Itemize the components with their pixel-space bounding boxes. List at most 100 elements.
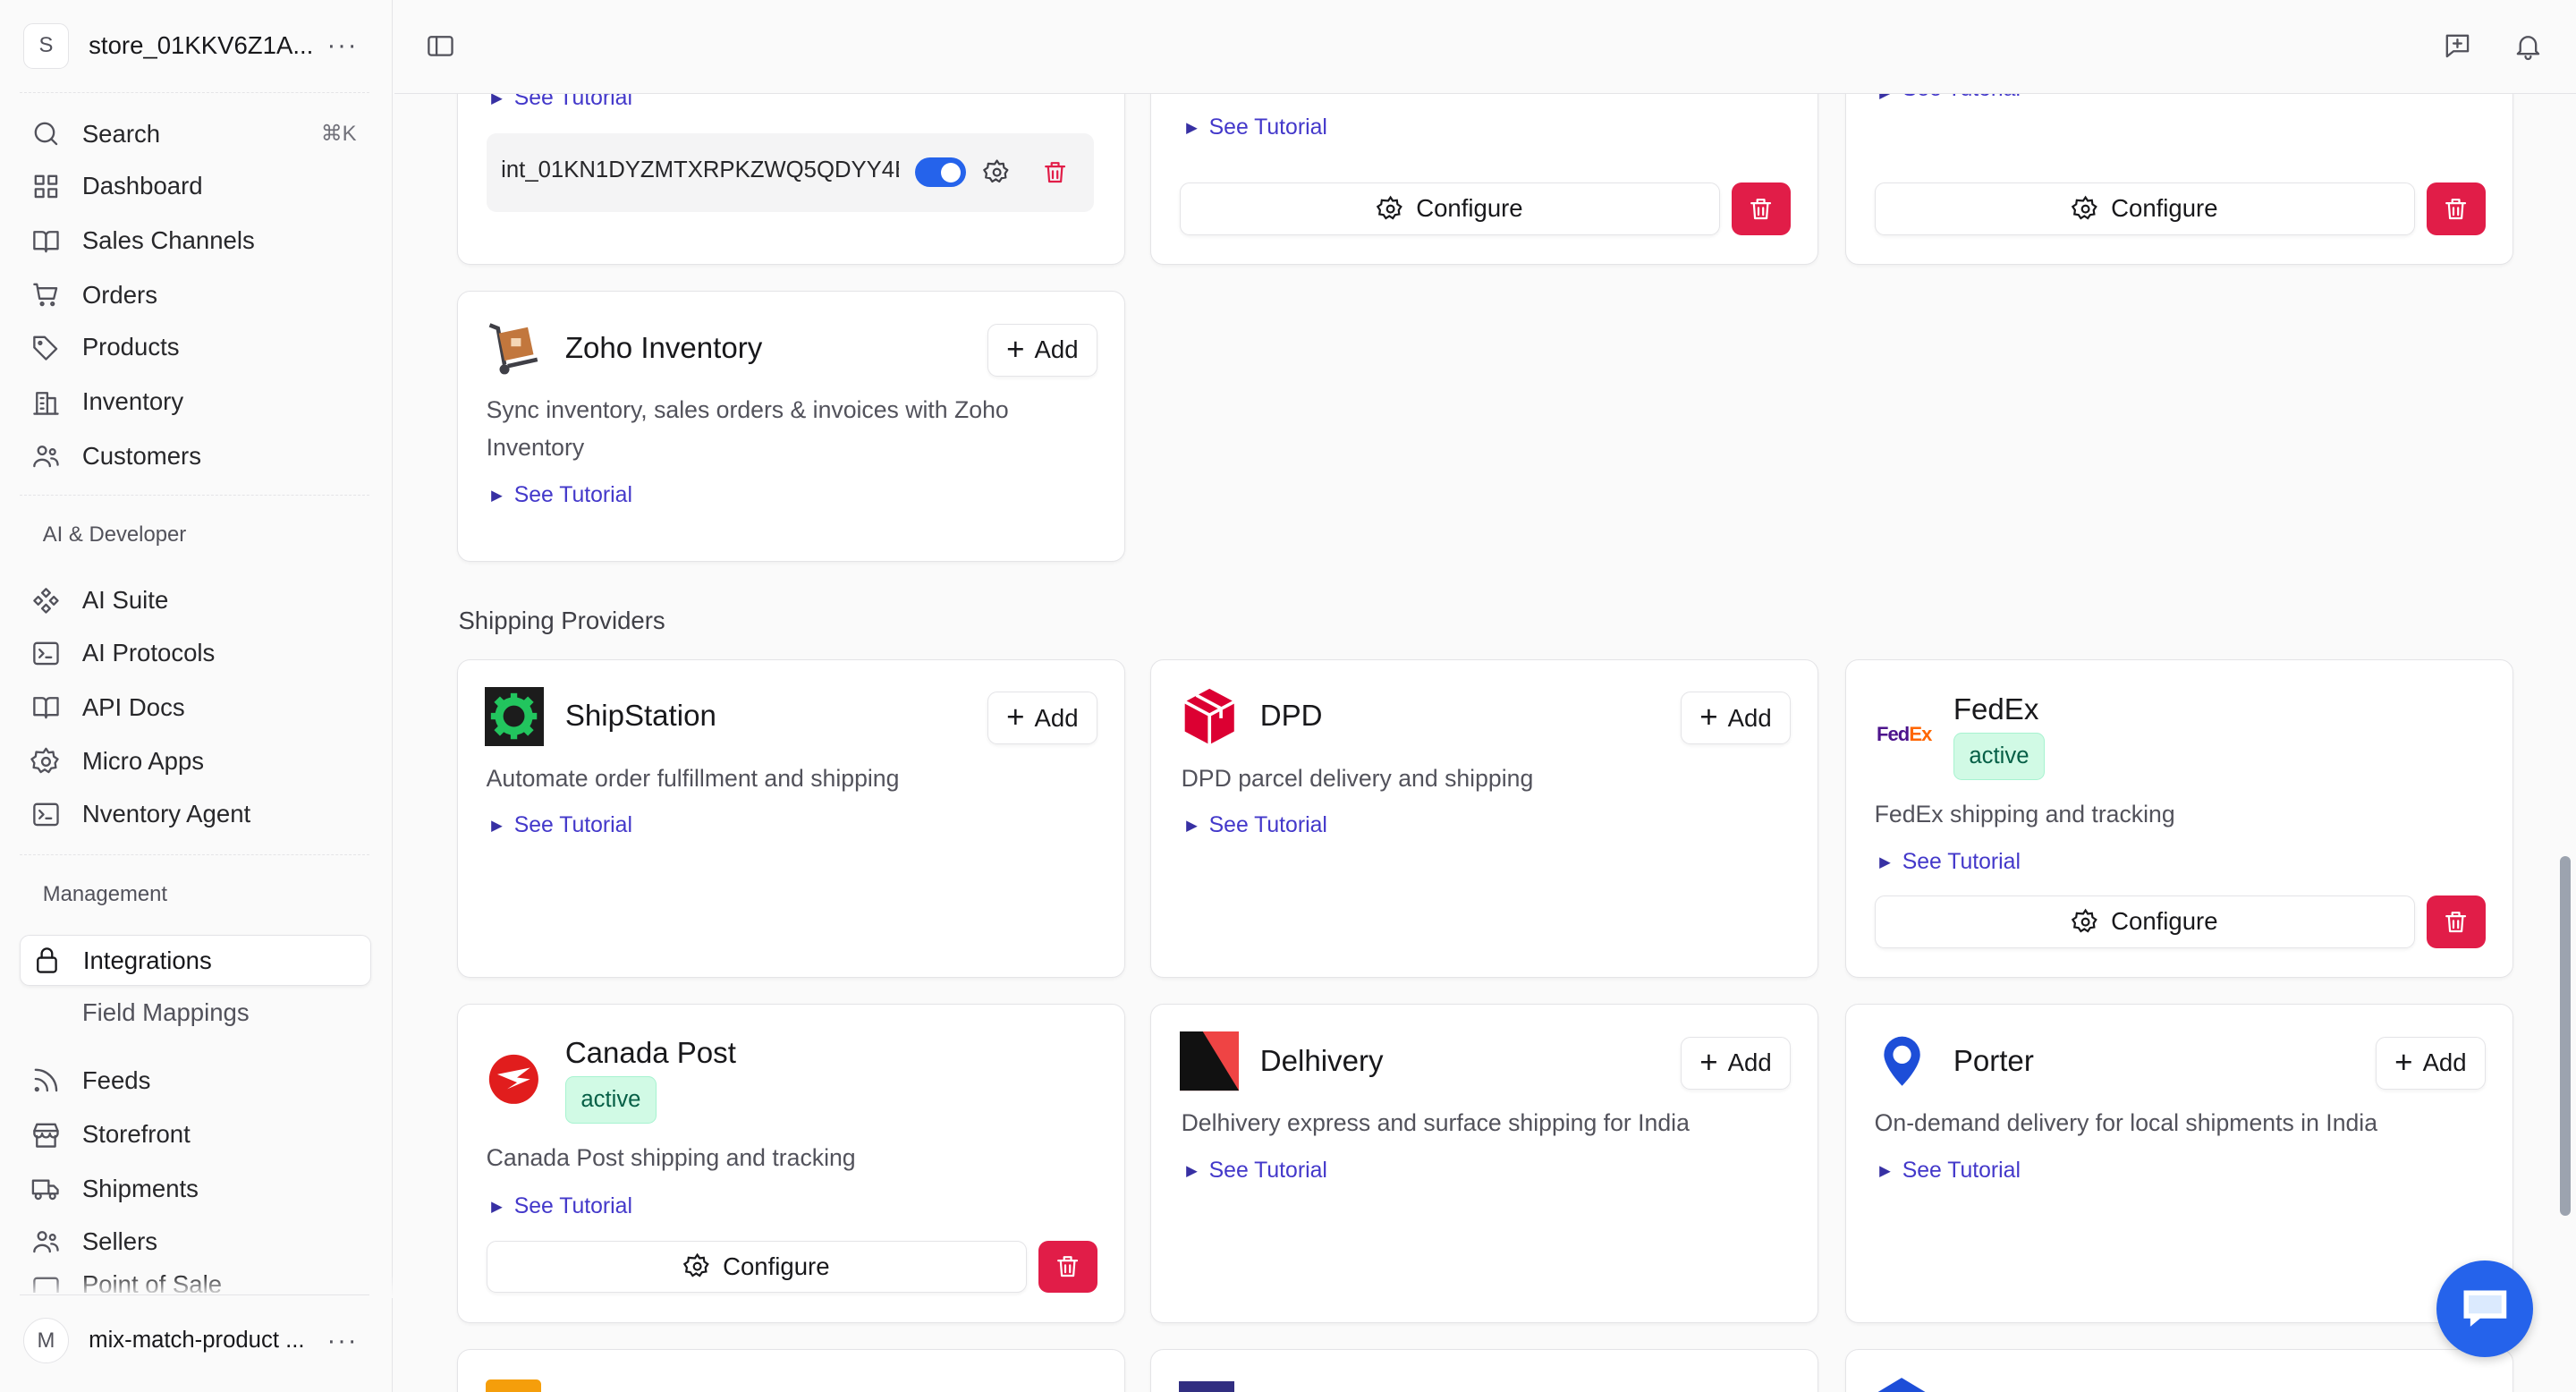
connection-toggle[interactable] xyxy=(915,157,966,188)
card-title: ShipStation xyxy=(564,700,716,734)
see-tutorial-link[interactable]: ▶See Tutorial xyxy=(1879,1159,2021,1184)
delete-button[interactable] xyxy=(1731,182,1791,235)
more-icon[interactable]: ··· xyxy=(327,30,359,61)
card-logo xyxy=(1875,1378,1928,1392)
divider xyxy=(20,854,370,855)
card-description: On-demand delivery for local shipments i… xyxy=(1874,1109,2378,1137)
nav-feeds[interactable]: Feeds xyxy=(20,1055,371,1106)
user-switcher[interactable]: M mix-match-product ... ··· xyxy=(22,1316,371,1365)
card-description: FedEx shipping and tracking xyxy=(1874,800,2175,828)
configure-button[interactable]: Configure xyxy=(1179,182,1721,235)
see-tutorial-link[interactable]: ▶See Tutorial xyxy=(491,483,632,508)
nav-orders[interactable]: Orders xyxy=(20,269,371,320)
see-tutorial-link[interactable]: ▶See Tutorial xyxy=(1186,813,1327,838)
nav-dashboard[interactable]: Dashboard xyxy=(20,161,371,212)
canada-post-logo xyxy=(485,1050,544,1109)
add-button[interactable]: + Add xyxy=(987,323,1097,377)
nav-search-label: Search xyxy=(81,119,161,148)
add-button[interactable]: + Add xyxy=(1680,692,1791,745)
store-switcher[interactable]: S store_01KKV6Z1A... ··· xyxy=(22,21,371,71)
card-logo xyxy=(485,1379,542,1392)
nav-ai-suite[interactable]: AI Suite xyxy=(20,575,371,626)
card-description: DPD parcel delivery and shipping xyxy=(1181,764,1534,792)
dashboard-icon xyxy=(28,168,64,204)
card-description: Sync inventory, sales orders & invoices … xyxy=(486,396,1009,462)
see-tutorial-link[interactable]: ▶See Tutorial xyxy=(491,94,632,111)
porter-location-icon xyxy=(1873,1031,1932,1091)
store-avatar: S xyxy=(22,22,70,70)
scrollbar-thumb[interactable] xyxy=(2559,855,2572,1217)
nav-sales-channels[interactable]: Sales Channels xyxy=(20,216,371,267)
dpd-logo xyxy=(1180,687,1239,746)
nav-inventory[interactable]: Inventory xyxy=(20,377,371,428)
configure-button[interactable]: Configure xyxy=(486,1240,1027,1294)
nav-field-mappings[interactable]: Field Mappings xyxy=(20,988,371,1039)
card-title: Porter xyxy=(1953,1045,2034,1079)
nav-dashboard-label: Dashboard xyxy=(81,172,203,200)
nav-integrations-label: Integrations xyxy=(82,946,212,974)
sidebar-toggle-icon[interactable] xyxy=(422,28,458,64)
integration-card xyxy=(1844,1348,2514,1392)
configure-button[interactable]: Configure xyxy=(1874,895,2415,948)
tag-icon xyxy=(28,329,64,365)
store-name: store_01KKV6Z1A... xyxy=(89,31,314,60)
card-title: Zoho Inventory xyxy=(564,332,763,365)
nav-ai-protocols[interactable]: AI Protocols xyxy=(20,628,371,679)
nav-storefront[interactable]: Storefront xyxy=(20,1109,371,1160)
users-icon xyxy=(28,1223,64,1259)
nav-nventory-agent[interactable]: Nventory Agent xyxy=(20,789,371,840)
nav-integrations[interactable]: Integrations xyxy=(20,935,372,987)
see-tutorial-link[interactable]: ▶See Tutorial xyxy=(1186,1159,1327,1184)
nav-nventory-agent-label: Nventory Agent xyxy=(81,800,251,828)
nav-orders-label: Orders xyxy=(81,280,157,309)
nav-ai-suite-label: AI Suite xyxy=(81,586,169,615)
nav-products-label: Products xyxy=(81,333,180,361)
rss-icon xyxy=(28,1062,64,1098)
nav-micro-apps[interactable]: Micro Apps xyxy=(20,736,371,787)
delhivery-logo xyxy=(1179,1031,1239,1091)
feedback-icon[interactable] xyxy=(2439,28,2475,64)
see-tutorial-link[interactable]: ▶See Tutorial xyxy=(491,813,632,838)
nav-search[interactable]: Search ⌘K xyxy=(20,108,371,159)
top-bar xyxy=(394,0,2576,94)
nav-sellers[interactable]: Sellers xyxy=(20,1216,371,1267)
lock-icon xyxy=(29,942,64,978)
zoho-inventory-logo xyxy=(485,318,544,378)
more-icon[interactable]: ··· xyxy=(327,1326,359,1356)
see-tutorial-link[interactable]: ▶See Tutorial xyxy=(491,1194,632,1219)
gear-icon[interactable] xyxy=(981,156,1014,189)
nav-customers[interactable]: Customers xyxy=(20,430,371,481)
configure-button[interactable]: Configure xyxy=(1874,182,2415,235)
fedex-logo: Fed Ex xyxy=(1876,722,1932,745)
see-tutorial-link[interactable]: ▶See Tutorial xyxy=(1879,94,2021,102)
divider xyxy=(20,494,370,496)
add-button[interactable]: + Add xyxy=(1680,1036,1791,1090)
nav-shipments[interactable]: Shipments xyxy=(20,1163,371,1214)
nav-shipments-label: Shipments xyxy=(81,1174,199,1202)
trash-icon[interactable] xyxy=(1038,156,1072,189)
delete-button[interactable] xyxy=(2426,182,2486,235)
cart-icon xyxy=(28,276,64,312)
see-tutorial-link[interactable]: ▶See Tutorial xyxy=(1879,850,2021,875)
delete-button[interactable] xyxy=(2426,895,2486,948)
ai-suite-icon xyxy=(28,582,64,618)
card-logo xyxy=(1178,1380,1235,1392)
nav-products[interactable]: Products xyxy=(20,322,371,373)
truck-icon xyxy=(28,1171,64,1207)
add-button[interactable]: + Add xyxy=(987,692,1097,745)
see-tutorial-link[interactable]: ▶See Tutorial xyxy=(1186,115,1327,140)
bell-icon[interactable] xyxy=(2510,28,2546,64)
add-button[interactable]: + Add xyxy=(2375,1036,2486,1090)
chat-button[interactable] xyxy=(2436,1260,2534,1358)
main-content: ▶ See Tutorial int_01KN1DYZMTXRPKZWQ5QDYY… xyxy=(394,93,2576,1392)
nav-sales-channels-label: Sales Channels xyxy=(81,226,255,255)
sidebar: S store_01KKV6Z1A... ··· Search ⌘K Dashb… xyxy=(0,0,393,1392)
nav-api-docs[interactable]: API Docs xyxy=(20,682,371,733)
terminal-icon xyxy=(28,635,64,671)
card-title: FedEx xyxy=(1953,693,2039,727)
nav-api-docs-label: API Docs xyxy=(81,692,185,721)
delete-button[interactable] xyxy=(1038,1240,1097,1294)
search-shortcut: ⌘K xyxy=(320,122,357,147)
divider xyxy=(20,91,370,93)
user-avatar: M xyxy=(22,1318,70,1364)
